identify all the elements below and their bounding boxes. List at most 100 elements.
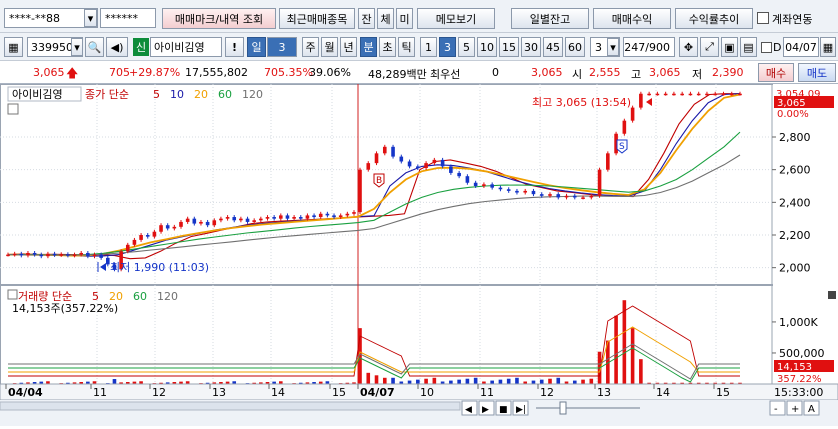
scroll-track[interactable] (0, 402, 460, 410)
tool-trend-button[interactable]: ⤢ (700, 37, 719, 57)
time-label: 04/04 (8, 386, 43, 399)
tool-settings-button[interactable]: ▤ (740, 37, 757, 57)
sell-button[interactable]: 매도 (798, 63, 836, 82)
calendar-button[interactable]: ▦ (820, 37, 836, 57)
candle-body (656, 94, 660, 96)
recent-stock-button[interactable]: 최근매매종목 (279, 8, 355, 29)
candle-body (79, 253, 83, 255)
interval-3-button[interactable]: 3 (439, 37, 456, 57)
warn-button[interactable]: ! (225, 37, 244, 57)
interval-30-button[interactable]: 30 (521, 37, 541, 57)
memo-button[interactable]: 메모보기 (417, 8, 495, 29)
candle-body (631, 108, 635, 121)
stock-code-value: 339950 (31, 41, 73, 54)
period-day-button[interactable]: 일 (247, 37, 266, 57)
candle-body (400, 157, 404, 162)
time-label: 13 (597, 386, 611, 399)
volume-expand-icon[interactable] (828, 291, 836, 299)
candle-body (523, 191, 527, 193)
interval-45-button[interactable]: 45 (543, 37, 563, 57)
zoom-slider-thumb[interactable] (560, 402, 566, 414)
candle-body (166, 225, 170, 228)
candle-body (226, 217, 230, 219)
trade-profit-button[interactable]: 매매수익 (593, 8, 671, 29)
current-volume-axis-label: 14,153 (777, 362, 812, 373)
chart-toolbar: ▦ 339950 ▾ 🔍 ◀) 신 아이비김영 ! 일 3 주 월 년 분 초 … (0, 33, 838, 61)
return-trend-button[interactable]: 수익률추이 (675, 8, 753, 29)
password-field[interactable]: ****** (100, 8, 156, 28)
sound-button[interactable]: ◀) (106, 37, 128, 57)
volume-panel-settings-icon[interactable] (8, 290, 17, 299)
balance-button[interactable]: 잔 (358, 8, 375, 29)
period-month-button[interactable]: 월 (321, 37, 338, 57)
period-week-button[interactable]: 주 (302, 37, 319, 57)
period-second-button[interactable]: 초 (379, 37, 396, 57)
stock-code-dropdown[interactable]: ▾ (71, 38, 83, 56)
candle-body (540, 194, 544, 196)
current-price-axis-label: 3,065 (777, 98, 806, 109)
buy-button[interactable]: 매수 (758, 63, 794, 82)
scroll-control-label: ▶ (482, 405, 489, 415)
trade-amount: 48,289백만 (368, 66, 427, 82)
price-tick-label: 2,800 (779, 131, 811, 144)
scroll-control-label: ▶| (516, 405, 526, 415)
volume-bar (113, 379, 117, 384)
daily-balance-button[interactable]: 일별잔고 (511, 8, 589, 29)
interval-dropdown[interactable]: ▾ (607, 38, 619, 56)
date-input[interactable]: 04/07 (783, 37, 819, 57)
tool-crosshair-button[interactable]: ✥ (679, 37, 698, 57)
search-button[interactable]: 🔍 (85, 37, 104, 57)
candle-body (13, 254, 17, 256)
period-tick-button[interactable]: 틱 (398, 37, 415, 57)
period-num-field[interactable]: 3 (267, 37, 297, 57)
price-change-pct: +29.87% (129, 66, 180, 79)
interval-1-button[interactable]: 1 (420, 37, 437, 57)
candle-body (680, 94, 684, 96)
candle-body (581, 197, 585, 199)
candle-body (466, 176, 470, 183)
calendar-icon: ▦ (823, 41, 833, 54)
period-minute-button[interactable]: 분 (360, 37, 377, 57)
candle-body (391, 147, 395, 157)
candle-body (319, 214, 323, 217)
password-value: ****** (105, 12, 138, 25)
volume-bar (590, 379, 594, 384)
period-year-button[interactable]: 년 (340, 37, 357, 57)
chart-area[interactable]: 아이비김영종가 단순5102060120최고 3,065 (13:54)최저 1… (0, 84, 838, 426)
fill-button[interactable]: 체 (377, 8, 394, 29)
table-icon: ▤ (743, 41, 753, 54)
candle-body (606, 153, 610, 169)
account-link-checkbox[interactable] (757, 12, 769, 24)
tool-save-button[interactable]: ▣ (721, 37, 738, 57)
candle-body (179, 222, 183, 227)
candle-body (153, 232, 157, 237)
volume-bar (383, 378, 387, 384)
candle-body (664, 94, 668, 96)
price-tick-label: 2,200 (779, 229, 811, 242)
priority-value: 0 (492, 66, 499, 79)
unfilled-button[interactable]: 미 (396, 8, 413, 29)
panel-settings-icon[interactable] (8, 104, 18, 114)
volume-bar (556, 378, 560, 384)
d-checkbox[interactable] (761, 42, 772, 53)
candle-body (507, 189, 511, 191)
price-chart-svg[interactable]: 아이비김영종가 단순5102060120최고 3,065 (13:54)최저 1… (0, 84, 838, 426)
interval-5-button[interactable]: 5 (458, 37, 475, 57)
page-count-field[interactable]: 247/900 (623, 37, 675, 57)
candle-body (99, 255, 103, 258)
interval-60-button[interactable]: 60 (565, 37, 585, 57)
candle-body (272, 217, 276, 219)
volume-ma-legend-120: 120 (157, 290, 178, 303)
candle-body (556, 194, 560, 197)
stock-name-field[interactable]: 아이비김영 (150, 37, 222, 57)
volume-bar (375, 375, 379, 384)
interval-10-button[interactable]: 10 (477, 37, 497, 57)
grid-menu-icon: ▦ (8, 41, 18, 54)
trade-mark-button[interactable]: 매매마크/내역 조회 (162, 8, 276, 29)
volume-info: 14,153주(357.22%) (12, 302, 118, 315)
volume-bar (548, 379, 552, 384)
candle-body (647, 94, 651, 96)
account-dropdown-button[interactable]: ▾ (84, 9, 97, 27)
interval-15-button[interactable]: 15 (499, 37, 519, 57)
grid-menu-button[interactable]: ▦ (4, 37, 23, 57)
